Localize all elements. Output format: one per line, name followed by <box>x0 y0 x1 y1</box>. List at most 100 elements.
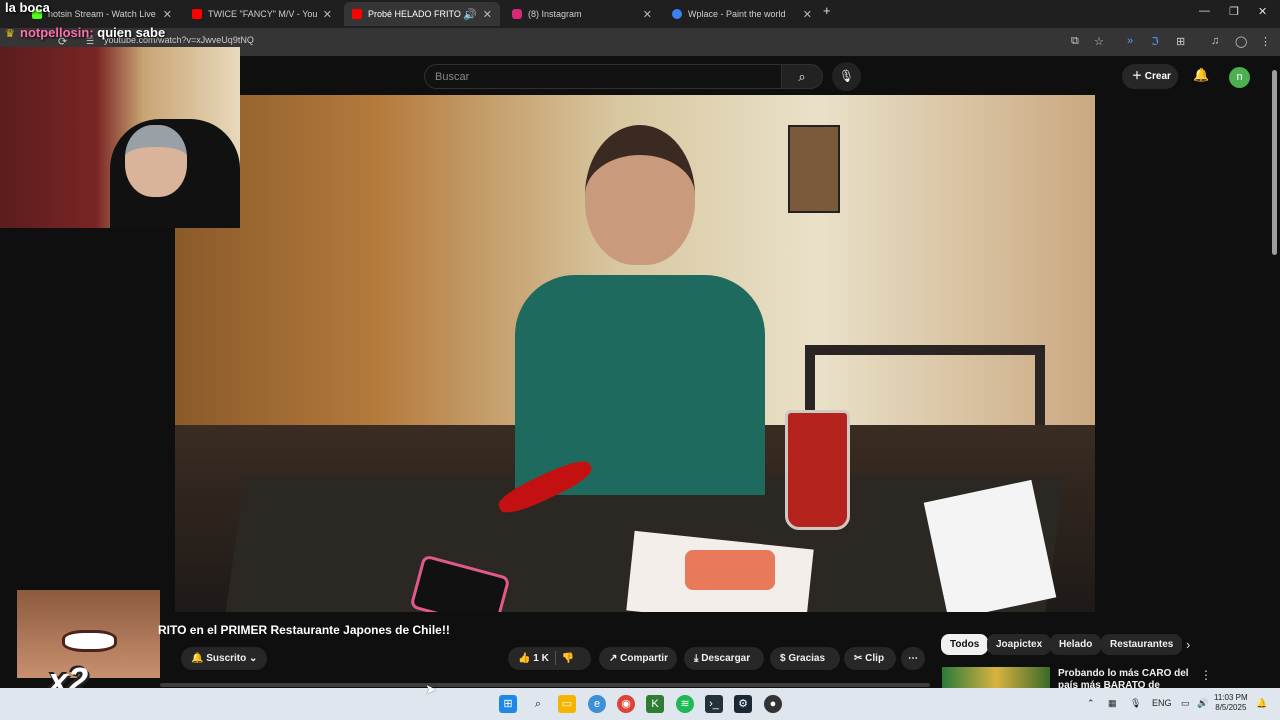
chat-text: quien sabe <box>97 25 166 40</box>
kick-app-icon[interactable]: K <box>646 695 664 713</box>
media-control-icon[interactable]: ♫ <box>1211 35 1219 47</box>
video-wall-poster <box>788 125 840 213</box>
more-horizontal-icon: ⋯ <box>908 653 918 664</box>
extensions-puzzle-icon[interactable]: ⊞ <box>1176 35 1185 48</box>
tray-mic-icon[interactable]: 🎙 <box>1130 698 1141 709</box>
window-close-button[interactable]: ✕ <box>1258 5 1267 18</box>
more-vertical-icon[interactable]: ⋮ <box>1200 668 1212 682</box>
download-label: Descargar <box>701 653 751 664</box>
instagram-icon <box>512 9 522 19</box>
close-icon[interactable]: ✕ <box>323 8 332 21</box>
account-avatar[interactable]: n <box>1229 67 1250 88</box>
tab-helado-frito[interactable]: Probé HELADO FRITO en el 🔊 ✕ <box>344 2 500 26</box>
thumbs-up-icon: 👍 <box>518 653 531 664</box>
install-app-icon[interactable]: ⧉ <box>1071 35 1079 48</box>
subscribed-button[interactable]: 🔔 Suscrito ⌄ <box>181 647 267 670</box>
chip-helado[interactable]: Helado <box>1050 634 1102 655</box>
clock-time: 11:03 PM <box>1214 693 1248 702</box>
tab-twice-fancy[interactable]: TWICE "FANCY" M/V - YouTube ✕ <box>184 2 340 26</box>
close-icon[interactable]: ✕ <box>803 8 812 21</box>
thumbs-down-icon: 👎 <box>561 653 575 664</box>
tab-label: notsin Stream - Watch Live on <box>48 9 157 19</box>
clock-date: 8/5/2025 <box>1215 703 1247 712</box>
search-input[interactable]: Buscar <box>424 64 782 89</box>
browser-menu-icon[interactable]: ⋮ <box>1260 35 1271 48</box>
video-player[interactable] <box>175 95 1095 612</box>
mouse-cursor-icon: ➤ <box>425 681 437 697</box>
notifications-bell-icon[interactable]: 🔔 <box>1193 67 1209 83</box>
close-icon[interactable]: ✕ <box>643 8 652 21</box>
minimize-button[interactable]: — <box>1199 5 1210 17</box>
tab-label: Wplace - Paint the world <box>688 9 786 19</box>
chevron-right-icon[interactable]: › <box>1186 637 1190 652</box>
emote-mouth <box>62 630 117 652</box>
chat-username: notpellosin: <box>20 25 94 40</box>
notification-icon[interactable]: 🔔 <box>1256 698 1267 709</box>
share-button[interactable]: ↗ Compartir <box>599 647 677 670</box>
network-icon[interactable]: ▭ <box>1181 698 1190 709</box>
recommended-title[interactable]: Probando lo más CARO del país más BARATO… <box>1058 668 1193 688</box>
language-indicator[interactable]: ENG <box>1152 698 1172 708</box>
profile-icon[interactable]: ◯ <box>1235 35 1247 48</box>
thanks-button[interactable]: $ Gracias <box>770 647 840 670</box>
recommended-thumbnail[interactable] <box>942 667 1050 689</box>
volume-icon[interactable]: 🔊 <box>1197 698 1208 709</box>
windows-start-icon[interactable]: ⊞ <box>499 695 517 713</box>
bookmark-star-icon[interactable]: ☆ <box>1094 35 1104 48</box>
youtube-icon <box>192 9 202 19</box>
like-button[interactable]: 👍 1 K <box>518 653 549 664</box>
download-icon: ⤓ <box>694 653 699 664</box>
download-button[interactable]: ⤓ Descargar <box>684 647 764 670</box>
dislike-button[interactable]: 👎 <box>562 653 574 664</box>
more-actions-button[interactable]: ⋯ <box>901 647 925 670</box>
translate-extension-icon[interactable]: ℑ <box>1151 35 1159 48</box>
steam-icon[interactable]: ⚙ <box>734 695 752 713</box>
webcam-person-head <box>125 125 187 197</box>
chevron-down-icon: ⌄ <box>249 653 258 664</box>
tray-app-icon[interactable]: ▦ <box>1108 698 1117 709</box>
tab-label: TWICE "FANCY" M/V - YouTube <box>208 9 317 19</box>
chip-todos[interactable]: Todos <box>941 634 989 655</box>
chip-restaurantes[interactable]: Restaurantes <box>1101 634 1183 655</box>
chip-joapictex[interactable]: Joapictex <box>987 634 1052 655</box>
speaker-icon[interactable]: 🔊 <box>463 8 477 21</box>
new-tab-button[interactable]: + <box>823 3 831 18</box>
horizontal-scrollbar[interactable] <box>160 683 930 687</box>
browser-tab-bar: notsin Stream - Watch Live on ✕ TWICE "F… <box>0 0 1280 28</box>
close-icon[interactable]: ✕ <box>483 8 492 21</box>
page-scrollbar[interactable] <box>1272 70 1277 255</box>
terminal-icon[interactable]: ›_ <box>705 695 723 713</box>
edge-browser-icon[interactable]: e <box>588 695 606 713</box>
tab-instagram[interactable]: (8) Instagram ✕ <box>504 2 660 26</box>
search-button[interactable]: ⌕ <box>781 64 823 89</box>
search-icon: ⌕ <box>798 69 806 84</box>
restore-button[interactable]: ❐ <box>1229 5 1239 18</box>
globe-icon <box>672 9 682 19</box>
spotify-icon[interactable]: ≋ <box>676 695 694 713</box>
extension-icon[interactable]: » <box>1127 35 1133 47</box>
microphone-icon: 🎙 <box>838 69 855 83</box>
chat-message-previous: la boca <box>5 0 50 15</box>
video-person-head <box>585 125 695 265</box>
create-button[interactable]: ＋ Crear <box>1122 64 1178 89</box>
chrome-icon[interactable]: ◉ <box>617 695 635 713</box>
voice-search-button[interactable]: 🎙 <box>832 62 861 91</box>
tray-chevron-up-icon[interactable]: ⌃ <box>1087 698 1095 709</box>
share-icon: ↗ <box>609 653 618 664</box>
video-drink-glass <box>785 410 850 530</box>
obs-icon[interactable]: ● <box>764 695 782 713</box>
system-clock[interactable]: 11:03 PM 8/5/2025 <box>1214 693 1248 713</box>
close-icon[interactable]: ✕ <box>163 8 172 21</box>
tab-label: Probé HELADO FRITO en el <box>368 9 461 19</box>
clip-button[interactable]: ✂ Clip <box>844 647 896 670</box>
tab-wplace[interactable]: Wplace - Paint the world ✕ <box>664 2 820 26</box>
chat-message: notpellosin: quien sabe <box>20 25 165 40</box>
scissors-icon: ✂ <box>854 653 863 664</box>
create-label: Crear <box>1144 71 1171 82</box>
plus-icon: ＋ <box>1132 71 1142 82</box>
laughing-emote-image <box>17 590 160 678</box>
subscribed-label: Suscrito <box>206 653 247 664</box>
youtube-icon <box>352 9 362 19</box>
search-icon[interactable]: ⌕ <box>529 695 547 713</box>
file-explorer-icon[interactable]: ▭ <box>558 695 576 713</box>
